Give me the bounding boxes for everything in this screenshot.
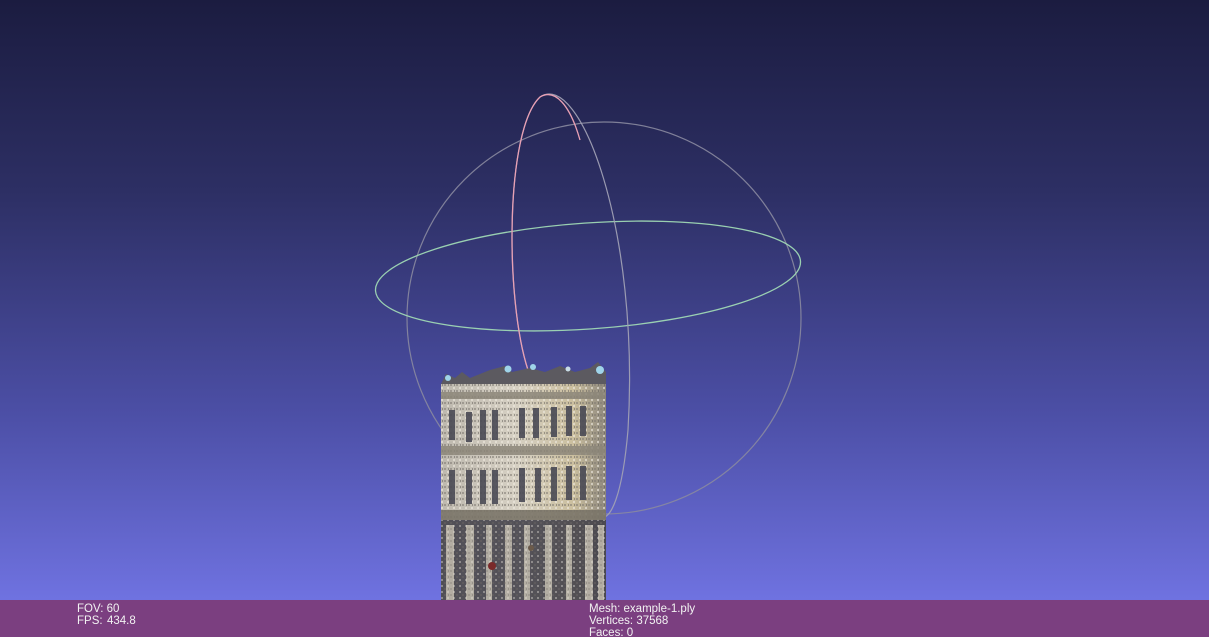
fps-label: FPS: [77,615,103,627]
mesh-readout: Mesh: example-1.ply [589,603,695,615]
fov-value: 60 [106,603,120,615]
view-info: FOV: 60 FPS: 434.8 [77,603,136,627]
fov-readout: FOV: 60 [77,603,136,615]
faces-label: Faces: [589,627,624,637]
faces-count: 0 [626,627,634,637]
info-bar: FOV: 60 FPS: 434.8 Mesh: example-1.ply Ve… [0,600,1209,637]
fps-readout: FPS: 434.8 [77,615,136,627]
mesh-info: Mesh: example-1.ply Vertices: 37568 Face… [589,603,695,637]
vertices-label: Vertices: [589,615,634,627]
fps-value: 434.8 [107,615,136,627]
vertices-count: 37568 [636,615,669,627]
3d-viewport[interactable]: FOV: 60 FPS: 434.8 Mesh: example-1.ply Ve… [0,0,1209,637]
scene-canvas[interactable] [0,0,1209,600]
faces-readout: Faces: 0 [589,627,695,637]
mesh-label: Mesh: [589,603,621,615]
vertices-readout: Vertices: 37568 [589,615,695,627]
mesh-name: example-1.ply [623,603,696,615]
fov-label: FOV: [77,603,104,615]
trackball-ring-y[interactable] [372,208,804,343]
point-cloud-model[interactable] [441,362,606,600]
